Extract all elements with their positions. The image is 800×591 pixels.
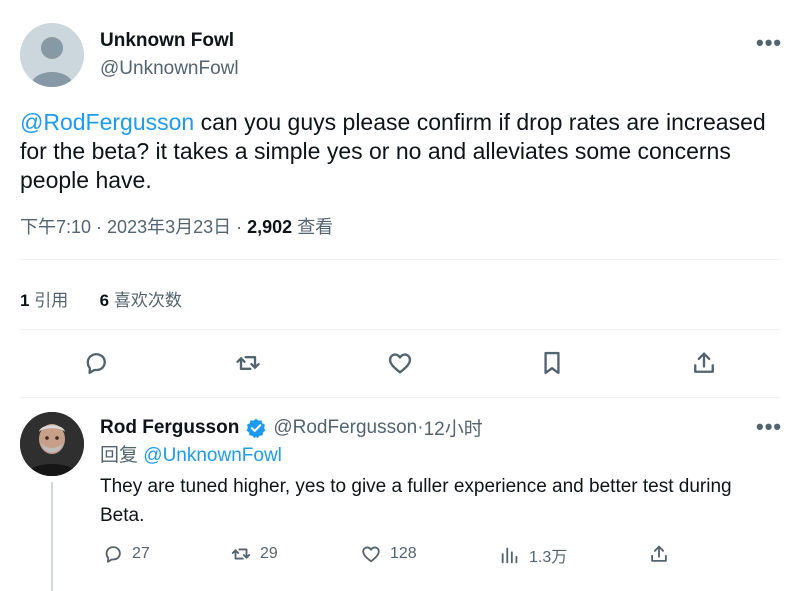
reply-likes[interactable]: 128 [360, 543, 417, 565]
reply-author-avatar[interactable] [20, 412, 84, 476]
tweet-time[interactable]: 下午7:10 [20, 217, 91, 237]
reply-header: Rod Fergusson @RodFergusson · 12小时 [100, 414, 483, 441]
reply-share-icon[interactable] [648, 543, 670, 565]
reply-more-options-icon[interactable]: ••• [756, 414, 782, 440]
reply-text: They are tuned higher, yes to give a ful… [100, 476, 732, 526]
tweet-date[interactable]: 2023年3月23日 [107, 217, 231, 237]
more-options-icon[interactable]: ••• [756, 30, 782, 56]
bookmark-icon[interactable] [532, 343, 572, 383]
author-avatar[interactable] [20, 23, 84, 87]
reply-views[interactable]: 1.3万 [499, 543, 567, 567]
share-icon [651, 545, 667, 562]
replying-to: 回复 @UnknownFowl [100, 445, 282, 466]
reply-age[interactable]: 12小时 [424, 414, 483, 441]
divider [20, 397, 780, 398]
author-handle[interactable]: @UnknownFowl [100, 58, 239, 80]
tweet-stats: 1 引用 6 喜欢次数 [20, 286, 182, 311]
analytics-icon [501, 547, 518, 564]
tweet-meta: 下午7:10 · 2023年3月23日 · 2,902 查看 [20, 217, 334, 237]
default-avatar-icon [30, 37, 74, 87]
verified-badge-icon [246, 418, 266, 438]
reply-author-handle[interactable]: @RodFergusson [273, 417, 417, 439]
replying-to-mention[interactable]: @UnknownFowl [143, 445, 282, 466]
views-count: 2,902 [247, 217, 293, 237]
divider [20, 259, 780, 260]
reply-icon[interactable] [76, 343, 116, 383]
divider [20, 329, 780, 330]
reply-author-name[interactable]: Rod Fergusson [100, 417, 239, 439]
quotes-stat[interactable]: 1 引用 [20, 291, 68, 310]
reply-retweets[interactable]: 29 [230, 543, 278, 565]
share-icon[interactable] [684, 343, 724, 383]
like-icon[interactable] [380, 343, 420, 383]
profile-photo-icon [20, 412, 84, 476]
likes-stat[interactable]: 6 喜欢次数 [100, 291, 182, 310]
reply-replies[interactable]: 27 [102, 543, 150, 565]
author-name[interactable]: Unknown Fowl [100, 30, 234, 52]
retweet-icon [231, 548, 251, 560]
like-icon [362, 546, 380, 563]
thread-line [51, 482, 53, 591]
reply-icon [105, 546, 121, 563]
tweet-text: @RodFergusson can you guys please confir… [20, 108, 780, 195]
mention-link[interactable]: @RodFergusson [20, 109, 194, 135]
views-label: 查看 [297, 217, 334, 237]
retweet-icon[interactable] [228, 343, 268, 383]
